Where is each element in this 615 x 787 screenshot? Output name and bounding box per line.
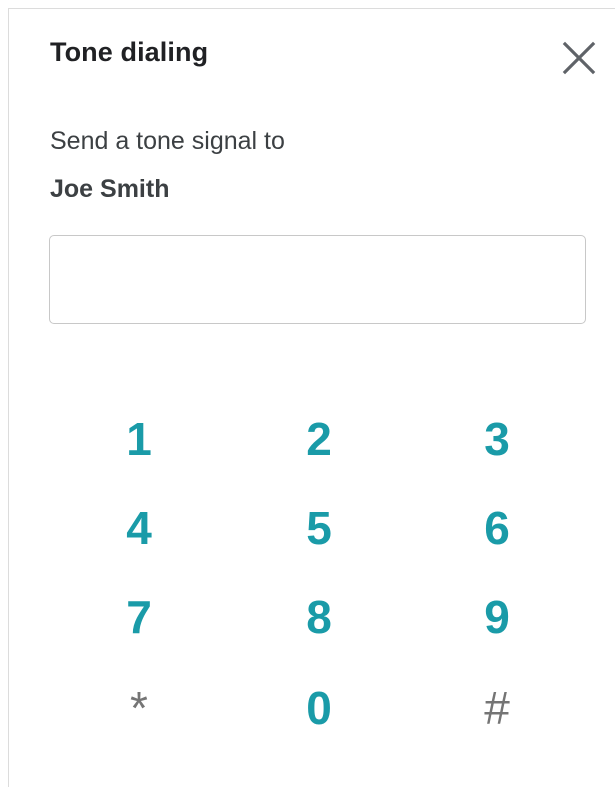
contact-name: Joe Smith: [50, 175, 170, 203]
key-6[interactable]: 6: [452, 488, 542, 568]
key-8[interactable]: 8: [274, 577, 364, 657]
key-star[interactable]: *: [94, 668, 184, 748]
key-0[interactable]: 0: [274, 668, 364, 748]
key-5[interactable]: 5: [274, 488, 364, 568]
key-7[interactable]: 7: [94, 577, 184, 657]
close-button[interactable]: [559, 38, 599, 78]
key-1[interactable]: 1: [94, 399, 184, 479]
key-hash[interactable]: #: [452, 668, 542, 748]
dialog-subtitle: Send a tone signal to: [50, 127, 285, 155]
dialog-title: Tone dialing: [50, 37, 209, 67]
key-4[interactable]: 4: [94, 488, 184, 568]
key-9[interactable]: 9: [452, 577, 542, 657]
tone-dialing-dialog: Tone dialing Send a tone signal to Joe S…: [8, 8, 615, 787]
key-3[interactable]: 3: [452, 399, 542, 479]
tone-input[interactable]: [49, 235, 586, 324]
close-icon: [562, 41, 596, 75]
key-2[interactable]: 2: [274, 399, 364, 479]
